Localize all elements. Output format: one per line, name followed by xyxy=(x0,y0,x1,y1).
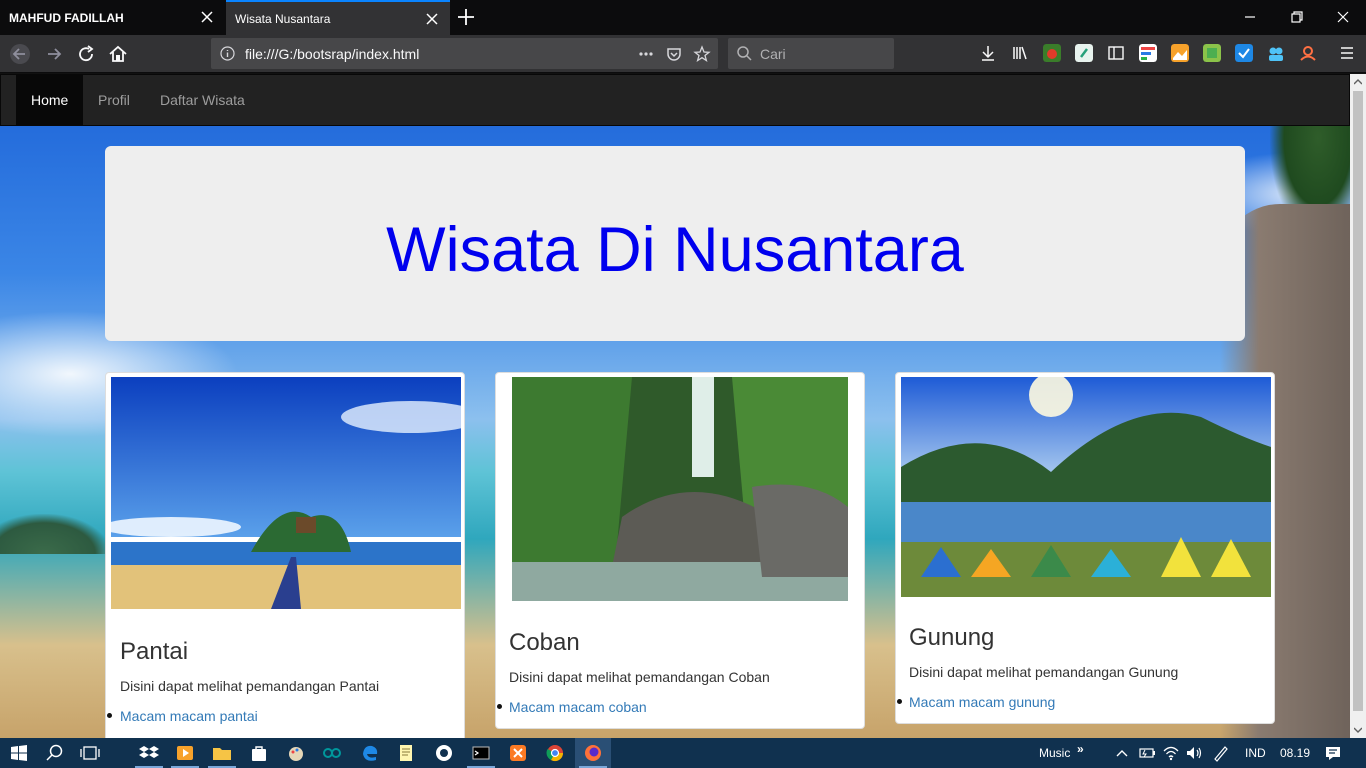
card-title: Gunung xyxy=(909,624,995,651)
extension-f-icon[interactable] xyxy=(1139,44,1157,62)
file-explorer-icon[interactable] xyxy=(212,743,232,763)
close-icon[interactable] xyxy=(424,11,440,27)
bookmark-star-icon[interactable] xyxy=(693,45,711,63)
tab-title: Wisata Nusantara xyxy=(235,11,331,26)
back-icon[interactable] xyxy=(9,43,31,65)
volume-icon[interactable] xyxy=(1184,743,1204,763)
library-icon[interactable] xyxy=(1011,44,1029,62)
scrollbar-thumb[interactable] xyxy=(1353,91,1363,711)
page-title: Wisata Di Nusantara xyxy=(386,215,964,285)
extension-clip-icon[interactable] xyxy=(1075,44,1093,62)
card-description: Disini dapat melihat pemandangan Pantai xyxy=(120,678,380,694)
extension-image-icon[interactable] xyxy=(1171,44,1189,62)
notifications-icon[interactable] xyxy=(1323,743,1343,763)
chevron-right-icon[interactable]: » xyxy=(1077,742,1084,756)
card-description: Disini dapat melihat pemandangan Coban xyxy=(509,669,770,685)
pen-workspace-icon[interactable] xyxy=(1211,743,1231,763)
firefox-icon[interactable] xyxy=(583,743,603,763)
scroll-down-icon[interactable] xyxy=(1354,726,1362,734)
extension-tomato-icon[interactable] xyxy=(1043,44,1061,62)
windows-start-icon[interactable] xyxy=(9,743,29,763)
list-bullet xyxy=(897,699,902,704)
nav-daftar-wisata[interactable]: Daftar Wisata xyxy=(145,75,260,125)
url-bar[interactable]: file:///G:/bootsrap/index.html xyxy=(211,38,718,69)
card-title: Pantai xyxy=(120,638,189,665)
pocket-icon[interactable] xyxy=(665,45,683,63)
paint-app-icon[interactable] xyxy=(286,743,306,763)
tab-wisata-nusantara[interactable]: Wisata Nusantara xyxy=(226,0,450,35)
command-prompt-icon[interactable] xyxy=(471,743,491,763)
vertical-scrollbar[interactable] xyxy=(1350,74,1366,738)
media-player-icon[interactable] xyxy=(175,743,195,763)
clock[interactable]: 08.19 xyxy=(1280,746,1310,760)
mountain-lake-photo xyxy=(901,377,1271,597)
xampp-icon[interactable] xyxy=(508,743,528,763)
list-bullet xyxy=(107,713,112,718)
jumbotron: Wisata Di Nusantara xyxy=(105,146,1245,341)
forward-icon[interactable] xyxy=(43,43,65,65)
browser-tab-bar: MAHFUD FADILLAH Wisata Nusantara xyxy=(0,0,1366,35)
card-coban: Coban Disini dapat melihat pemandangan C… xyxy=(495,372,865,729)
windows-taskbar: Music » IND 08.19 xyxy=(0,738,1366,768)
new-tab-icon[interactable] xyxy=(455,6,477,28)
task-view-icon[interactable] xyxy=(80,743,100,763)
search-icon xyxy=(737,46,752,61)
nav-home[interactable]: Home xyxy=(16,75,84,125)
site-navbar: Home Profil Daftar Wisata xyxy=(0,74,1350,126)
close-icon[interactable] xyxy=(199,9,215,25)
extension-check-icon[interactable] xyxy=(1235,44,1253,62)
extension-puzzle-icon[interactable] xyxy=(1203,44,1221,62)
restore-icon[interactable] xyxy=(1288,8,1306,26)
island-decoration xyxy=(0,514,110,554)
search-bar[interactable]: Cari xyxy=(728,38,894,69)
extension-user-icon[interactable] xyxy=(1299,44,1317,62)
waterfall-photo xyxy=(512,377,848,601)
list-bullet xyxy=(497,704,502,709)
dropbox-icon[interactable] xyxy=(139,743,159,763)
reader-sidebar-icon[interactable] xyxy=(1107,44,1125,62)
extension-people-icon[interactable] xyxy=(1267,44,1285,62)
store-icon[interactable] xyxy=(249,743,269,763)
notes-icon[interactable] xyxy=(396,743,416,763)
reload-icon[interactable] xyxy=(75,43,97,65)
tab-title: MAHFUD FADILLAH xyxy=(9,10,124,25)
music-toolbar-label[interactable]: Music xyxy=(1039,746,1070,760)
page-viewport: Home Profil Daftar Wisata Wisata Di Nusa… xyxy=(0,74,1350,738)
menu-icon[interactable] xyxy=(1338,44,1356,62)
link-macam-gunung[interactable]: Macam macam gunung xyxy=(909,694,1055,710)
nav-profil[interactable]: Profil xyxy=(83,75,145,125)
link-macam-coban[interactable]: Macam macam coban xyxy=(509,699,647,715)
card-description: Disini dapat melihat pemandangan Gunung xyxy=(909,664,1179,680)
network-icon[interactable] xyxy=(1161,743,1181,763)
arduino-icon[interactable] xyxy=(322,743,342,763)
beach-photo xyxy=(111,377,461,609)
scroll-up-icon[interactable] xyxy=(1354,78,1362,86)
edge-icon[interactable] xyxy=(360,743,380,763)
home-icon[interactable] xyxy=(107,43,129,65)
page-actions-icon[interactable] xyxy=(637,45,655,63)
minimize-icon[interactable] xyxy=(1241,8,1259,26)
tab-mahfud-fadillah[interactable]: MAHFUD FADILLAH xyxy=(0,0,225,35)
input-language[interactable]: IND xyxy=(1245,746,1266,760)
search-icon[interactable] xyxy=(45,743,65,763)
browser-toolbar: file:///G:/bootsrap/index.html Cari xyxy=(0,35,1366,73)
info-icon[interactable] xyxy=(220,46,235,61)
window-close-icon[interactable] xyxy=(1334,8,1352,26)
link-macam-pantai[interactable]: Macam macam pantai xyxy=(120,708,258,724)
chevron-up-icon[interactable] xyxy=(1112,743,1132,763)
chrome-icon[interactable] xyxy=(545,743,565,763)
card-pantai: Pantai Disini dapat melihat pemandangan … xyxy=(105,372,465,738)
card-title: Coban xyxy=(509,629,580,656)
battery-icon[interactable] xyxy=(1137,743,1157,763)
card-gunung: Gunung Disini dapat melihat pemandangan … xyxy=(895,372,1275,724)
url-text[interactable]: file:///G:/bootsrap/index.html xyxy=(245,46,419,62)
downloads-icon[interactable] xyxy=(979,44,997,62)
search-placeholder: Cari xyxy=(760,46,786,62)
app-circle-icon[interactable] xyxy=(434,743,454,763)
